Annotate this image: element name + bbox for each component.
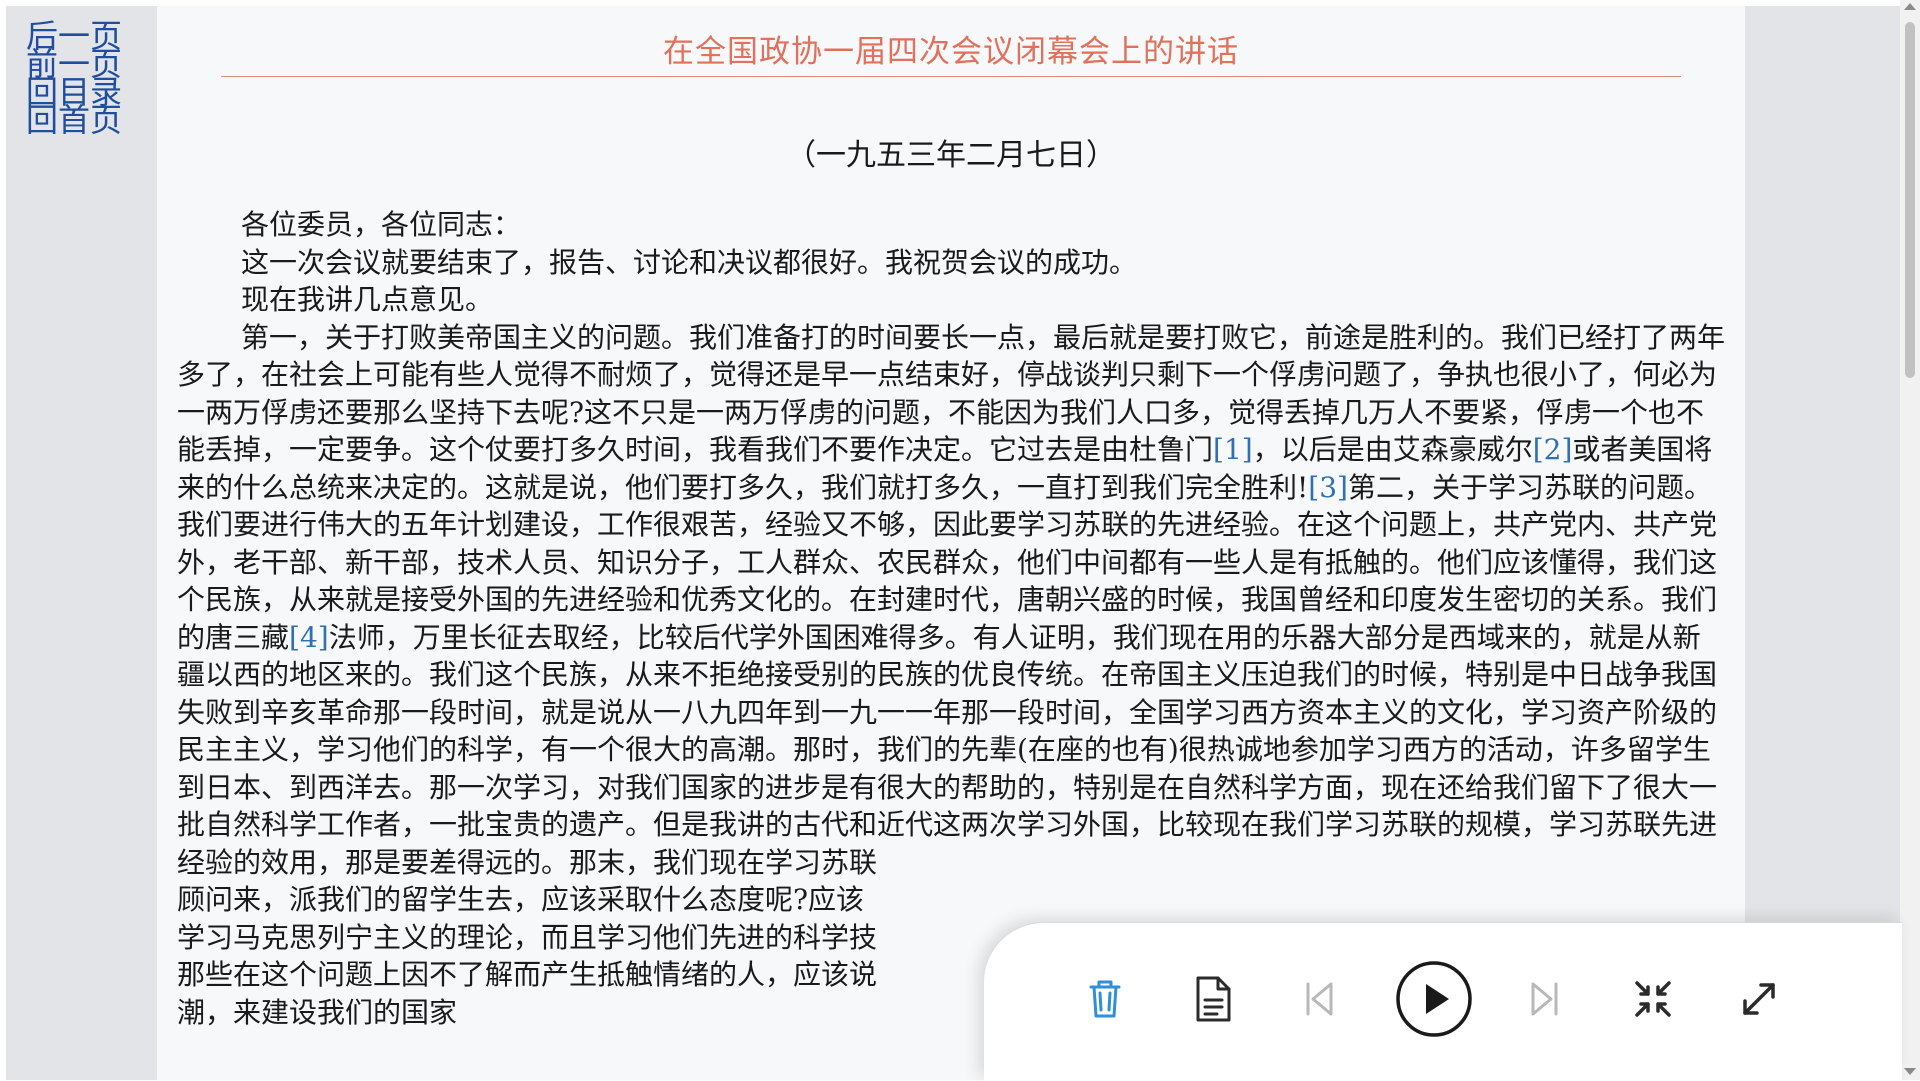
footnote-link-3[interactable]: [3] xyxy=(1308,471,1348,504)
previous-track-button[interactable] xyxy=(1283,955,1355,1043)
document-button[interactable] xyxy=(1177,955,1249,1043)
article-date: （一九五三年二月七日） xyxy=(786,138,1116,173)
skip-next-icon xyxy=(1531,982,1558,1016)
right-margin-panel xyxy=(1745,6,1900,1080)
paragraph-text: 顾问来，派我们的留学生去，应该采取什么态度呢?应该 xyxy=(177,883,865,916)
fullscreen-button[interactable] xyxy=(1723,955,1795,1043)
paragraph: 现在我讲几点意见。 xyxy=(241,283,494,316)
document-icon xyxy=(1196,976,1231,1022)
title-divider xyxy=(221,76,1681,77)
delete-button[interactable] xyxy=(1069,955,1141,1043)
left-navigation-panel: 后一页 前一页 回目录 回首页 xyxy=(6,6,157,1080)
fit-screen-icon xyxy=(1635,981,1671,1017)
scrollbar-thumb[interactable] xyxy=(1905,22,1915,378)
paragraph-text: 潮，来建设我们的国家 xyxy=(177,995,458,1029)
paragraph-text: 法师，万里长征去取经，比较后代学外国困难得多。有人证明，我们现在用的乐器大部分是… xyxy=(177,620,1718,879)
article-body: 各位委员，各位同志： 这一次会议就要结束了，报告、讨论和决议都很好。我祝贺会议的… xyxy=(177,206,1727,1031)
play-button[interactable] xyxy=(1386,955,1482,1043)
footnote-link-2[interactable]: [2] xyxy=(1533,433,1573,466)
article-page: 在全国政协一届四次会议闭幕会上的讲话 （一九五三年二月七日） 各位委员，各位同志… xyxy=(157,6,1745,1080)
scroll-down-arrow-icon[interactable] xyxy=(1904,1068,1916,1075)
expand-icon xyxy=(1743,983,1775,1015)
trash-icon xyxy=(1089,980,1121,1018)
paragraph-text: 学习马克思列宁主义的理论，而且学习他们先进的科学技 xyxy=(177,920,878,954)
home-page-link[interactable]: 回首页 xyxy=(26,104,136,136)
next-track-button[interactable] xyxy=(1509,955,1581,1043)
footnote-link-4[interactable]: [4] xyxy=(289,621,329,654)
vertical-scrollbar[interactable] xyxy=(1900,0,1920,1080)
skip-previous-icon xyxy=(1306,982,1333,1016)
fit-screen-button[interactable] xyxy=(1617,955,1689,1043)
play-icon xyxy=(1396,961,1472,1037)
paragraph: 这一次会议就要结束了，报告、讨论和决议都很好。我祝贺会议的成功。 xyxy=(241,245,1138,279)
paragraph-text: ，以后是由艾森豪威尔 xyxy=(1252,433,1533,466)
footnote-link-1[interactable]: [1] xyxy=(1213,433,1253,466)
scroll-up-arrow-icon[interactable] xyxy=(1904,3,1916,10)
paragraph-text: 那些在这个问题上因不了解而产生抵触情绪的人，应该说 xyxy=(177,958,878,991)
article-title: 在全国政协一届四次会议闭幕会上的讲话 xyxy=(663,34,1239,70)
paragraph: 各位委员，各位同志： xyxy=(241,208,522,241)
